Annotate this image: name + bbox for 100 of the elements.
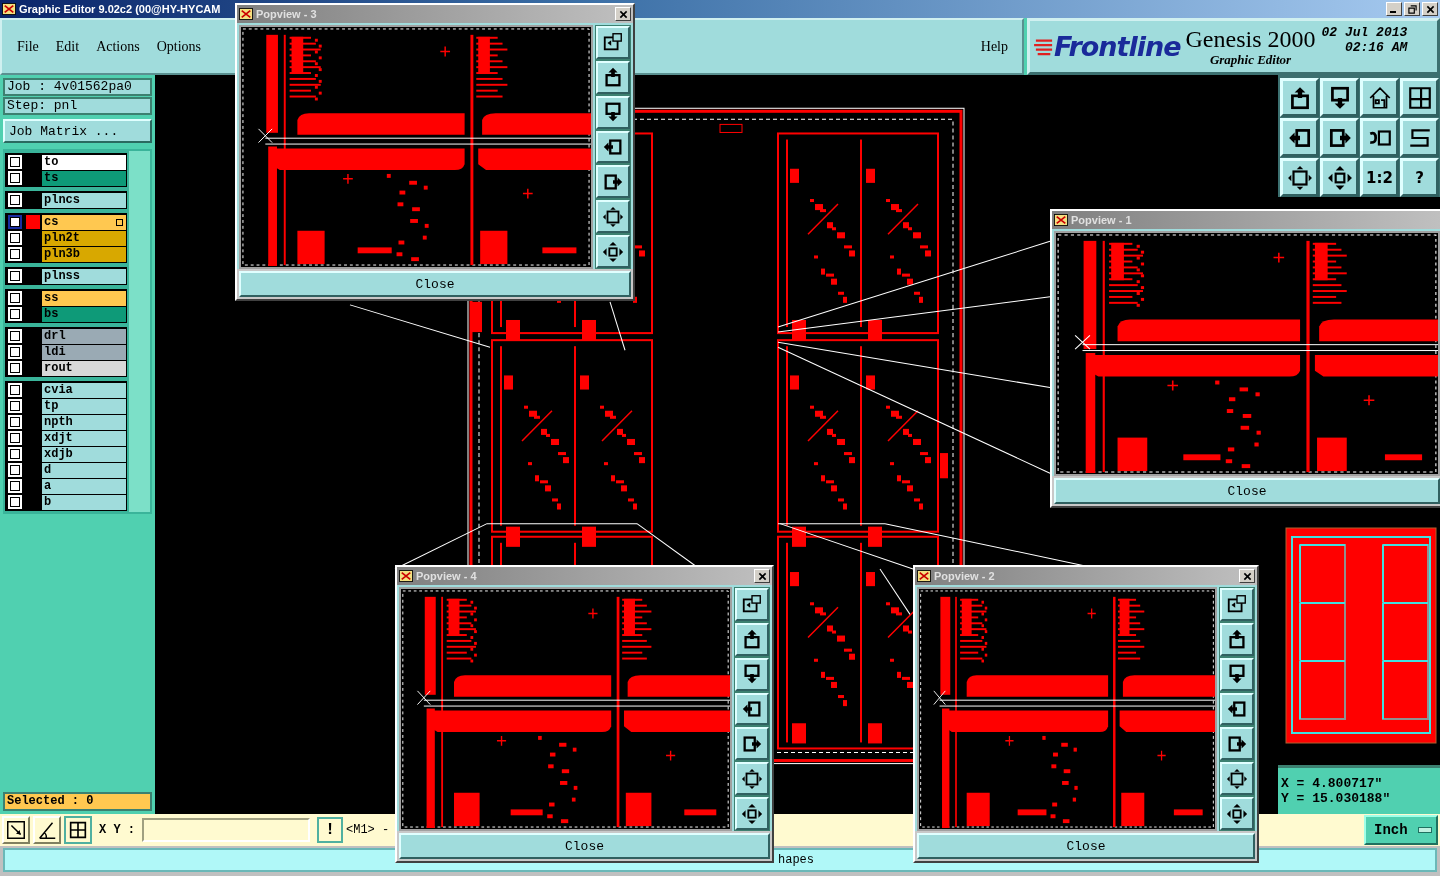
toolbar-button[interactable] [1360, 78, 1399, 117]
fit-arrows-icon [741, 767, 763, 790]
units-dropdown[interactable]: Inch [1364, 815, 1438, 845]
close-button[interactable] [754, 569, 770, 583]
view-tool-button[interactable] [1220, 762, 1254, 796]
quad-grid-icon [67, 819, 89, 841]
view-tool-button[interactable] [1220, 588, 1254, 621]
view-tool-button[interactable] [735, 588, 769, 621]
view-tool-button[interactable] [596, 165, 630, 199]
four-arrows-icon [741, 802, 763, 825]
toolbar-button[interactable] [1400, 78, 1439, 117]
coordinate-input[interactable] [142, 818, 310, 842]
view-tool-button[interactable] [735, 657, 769, 691]
view-tool-button[interactable] [596, 95, 630, 129]
xy-label: X Y : [99, 823, 135, 837]
view-tool-button[interactable] [1220, 657, 1254, 691]
minimize-button[interactable] [1386, 2, 1402, 16]
toolbar-button[interactable] [1360, 118, 1399, 157]
box-down-arrow-icon [1226, 663, 1248, 686]
toolbar-button[interactable] [1320, 118, 1359, 157]
toolbar-button[interactable] [1400, 118, 1439, 157]
view-tool-button[interactable] [596, 130, 630, 164]
close-button[interactable]: Close [917, 833, 1255, 859]
close-button[interactable]: Close [399, 833, 770, 859]
layer-name[interactable]: xdjb [42, 446, 126, 462]
view-tool-button[interactable] [735, 762, 769, 796]
view-tool-button[interactable] [1220, 727, 1254, 761]
close-button[interactable] [615, 7, 631, 21]
layer-name[interactable]: d [42, 462, 126, 478]
job-field: Job : 4v01562pa0 [3, 78, 152, 96]
date-text: 02 Jul 2013 [1321, 24, 1408, 40]
job-matrix-button[interactable]: Job Matrix ... [3, 119, 152, 143]
layer-name[interactable]: b [42, 494, 126, 510]
app-icon [917, 570, 931, 582]
view-tool-button[interactable] [735, 727, 769, 761]
four-arrows-icon [1326, 164, 1353, 191]
toolbar-button[interactable]: 1:2 [1360, 158, 1399, 197]
close-button[interactable] [1422, 2, 1438, 16]
dropdown-icon [1418, 827, 1432, 833]
layer-name[interactable]: ts [42, 170, 126, 186]
layer-name[interactable]: a [42, 478, 126, 494]
window-title: Popview - 1 [1071, 214, 1132, 226]
view-tool-button[interactable] [596, 26, 630, 59]
layer-name[interactable]: bs [42, 306, 126, 322]
menu-item[interactable]: Edit [55, 38, 80, 55]
menu-item[interactable]: File [17, 38, 39, 55]
view-tool-button[interactable] [596, 60, 630, 94]
restore-button[interactable] [1404, 2, 1420, 16]
toolbar-button[interactable] [1320, 78, 1359, 117]
close-icon [757, 571, 767, 581]
speed-lines-icon [1034, 37, 1054, 56]
close-button[interactable]: Close [1054, 478, 1440, 504]
view-tool-button[interactable] [1220, 692, 1254, 726]
view-tool-button[interactable] [596, 235, 630, 268]
logo: Frontline [1054, 31, 1181, 62]
view-tool-button[interactable] [735, 797, 769, 830]
layer-name[interactable]: ss [42, 290, 126, 306]
layer-name[interactable]: pln2t [42, 230, 126, 246]
layer-name[interactable]: drl [42, 328, 126, 344]
layer-name[interactable]: cs [42, 214, 126, 230]
box-down-arrow-icon [602, 101, 624, 124]
layer-name[interactable]: ldi [42, 344, 126, 360]
view-tool-button[interactable] [1220, 797, 1254, 830]
view-tool-button[interactable] [596, 200, 630, 234]
tool-button[interactable] [64, 816, 92, 844]
minimize-icon [1390, 11, 1396, 13]
layer-name[interactable]: npth [42, 414, 126, 430]
menu-item[interactable]: Options [156, 38, 202, 55]
close-button[interactable] [1239, 569, 1255, 583]
box-up-arrow-icon [602, 66, 624, 89]
view-tool-button[interactable] [735, 622, 769, 656]
y-coordinate: Y = 15.030188" [1281, 791, 1392, 806]
restore-icon [1407, 4, 1417, 14]
layer-name[interactable]: tp [42, 398, 126, 414]
layer-name[interactable]: pln3b [42, 246, 126, 262]
window-title: Popview - 4 [416, 570, 477, 582]
layer-name[interactable]: cvia [42, 382, 126, 398]
toolbar-button[interactable] [1280, 118, 1319, 157]
layer-name[interactable]: rout [42, 360, 126, 376]
layer-checkbox[interactable] [8, 215, 22, 229]
close-button[interactable]: Close [239, 271, 631, 297]
diagonal-arrow-icon [5, 819, 27, 841]
menu-item[interactable]: Actions [96, 38, 140, 55]
product-name: Genesis 2000 [1185, 25, 1316, 52]
view-tool-button[interactable] [1220, 622, 1254, 656]
execute-button[interactable]: ! [317, 817, 343, 843]
toolbar-button[interactable] [1320, 158, 1359, 197]
layer-name[interactable]: plncs [42, 192, 126, 208]
toolbar-button[interactable] [1280, 158, 1319, 197]
toolbar-button[interactable] [1280, 78, 1319, 117]
layer-name[interactable]: to [42, 154, 126, 170]
layer-name[interactable]: xdjt [42, 430, 126, 446]
menu-item[interactable]: Help [980, 38, 1008, 55]
layer-name[interactable]: plnss [42, 268, 126, 284]
close-icon [1242, 571, 1252, 581]
toolbar-button[interactable]: ? [1400, 158, 1439, 197]
view-tool-button[interactable] [735, 692, 769, 726]
fit-arrows-icon [1286, 164, 1313, 191]
four-arrows-icon [602, 240, 624, 263]
fit-arrows-icon [1226, 767, 1248, 790]
